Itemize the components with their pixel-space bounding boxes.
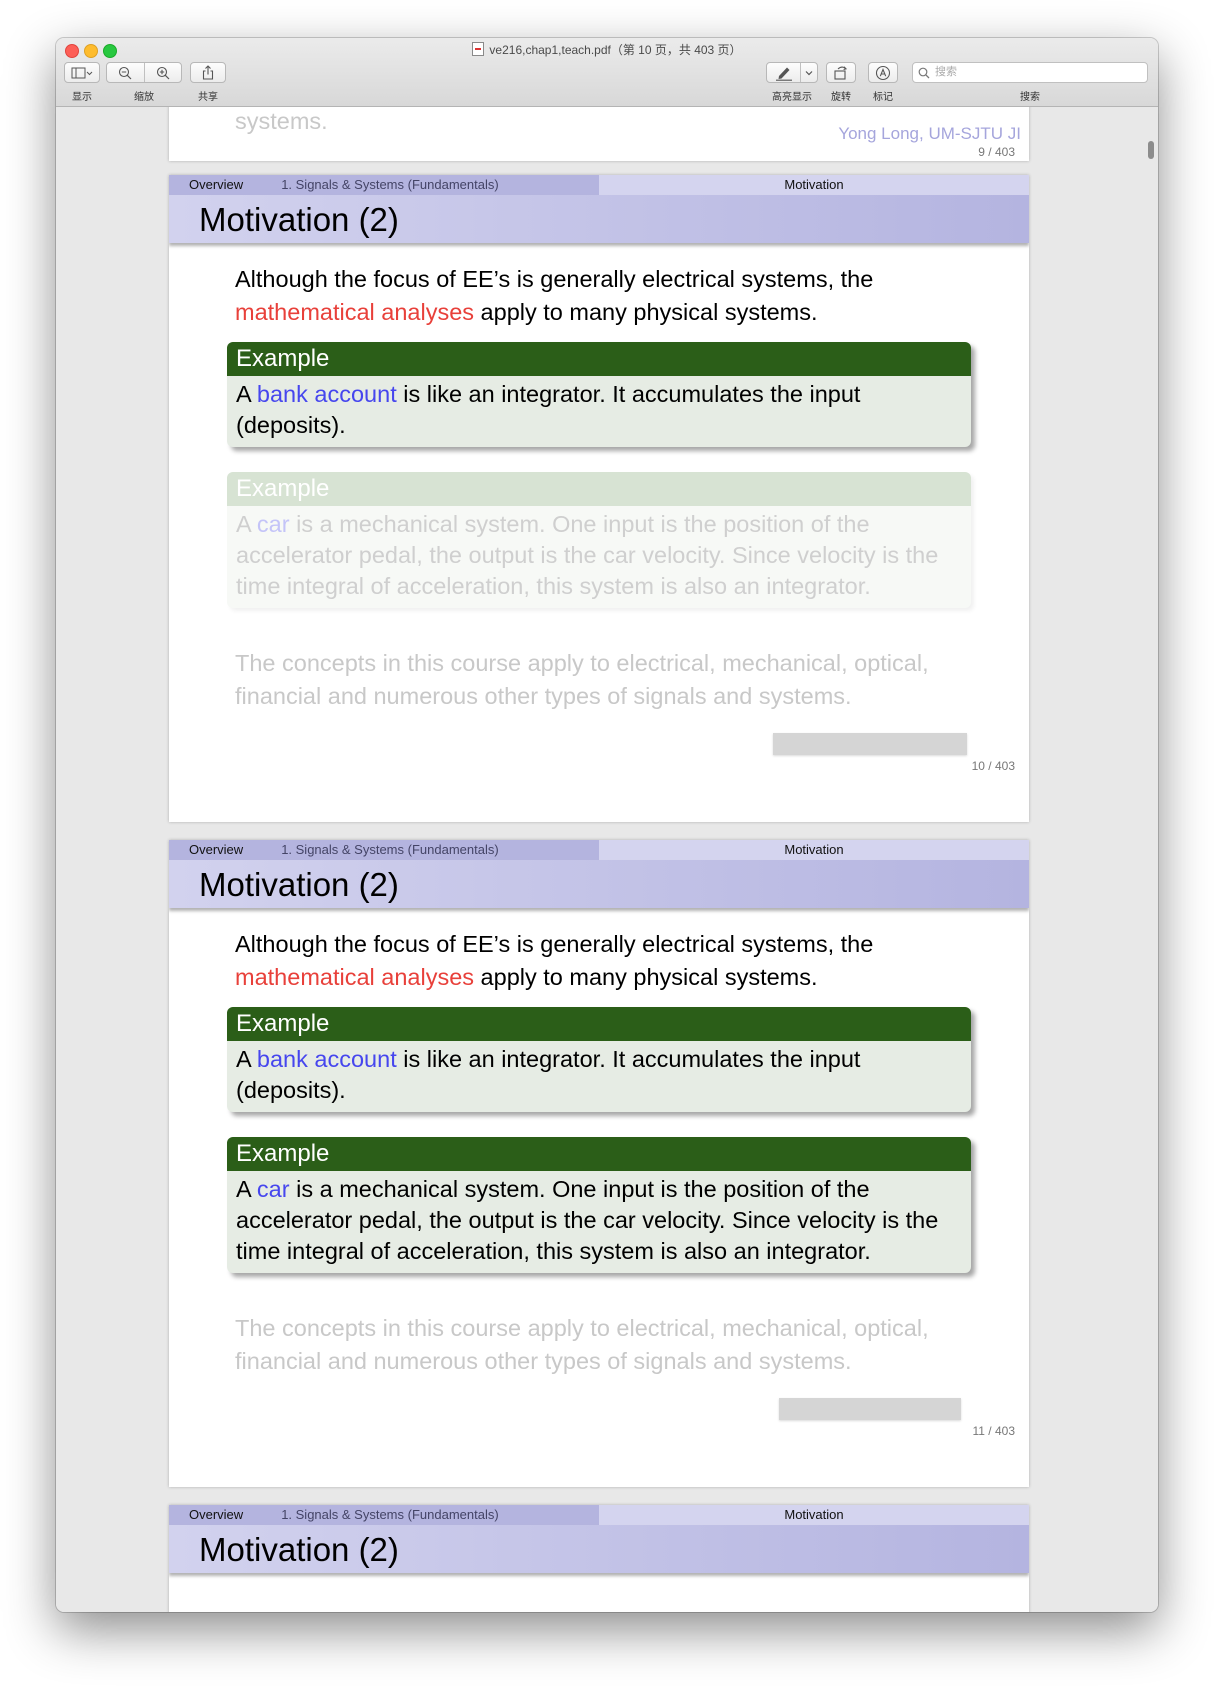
page10-number: 10 / 403 <box>971 759 1015 773</box>
sidebar-view-button[interactable] <box>64 62 100 83</box>
block-body: A bank account is like an integrator. It… <box>236 381 861 438</box>
alert-text: mathematical analyses <box>235 963 475 990</box>
frame-title: Motivation (2) <box>199 201 399 238</box>
document-view[interactable]: systems. Yong Long, UM-SJTU JI 9 / 403 O… <box>56 107 1158 1612</box>
example-block-car: Example A car is a mechanical system. On… <box>227 1137 971 1273</box>
closing-paragraph: The concepts in this course apply to ele… <box>235 1315 929 1374</box>
block-title: Example <box>227 472 971 506</box>
frame-title: Motivation (2) <box>199 866 399 903</box>
frame-title-bar: Motivation (2) <box>169 195 1029 243</box>
structure-text: bank account <box>256 1046 397 1072</box>
pen-icon <box>775 67 792 81</box>
nav-subsection[interactable]: Motivation <box>599 1505 1029 1525</box>
highlight-label: 高亮显示 <box>772 92 812 103</box>
share-icon <box>202 65 214 80</box>
highlight-button[interactable] <box>767 65 800 81</box>
block-title: Example <box>227 342 971 376</box>
zoom-out-icon <box>119 66 132 79</box>
search-icon <box>918 66 930 85</box>
frame-title-bar: Motivation (2) <box>169 860 1029 908</box>
nav-subsection[interactable]: Motivation <box>599 175 1029 195</box>
highlight-menu-button[interactable] <box>801 70 817 76</box>
sidebar-icon <box>71 67 93 78</box>
page11-number: 11 / 403 <box>972 1424 1015 1438</box>
share-button[interactable] <box>190 62 226 83</box>
block-body: A bank account is like an integrator. It… <box>236 1046 861 1103</box>
frame-title: Motivation (2) <box>199 1531 399 1568</box>
zoom-in-button[interactable] <box>145 66 182 80</box>
beamer-nav: Overview 1. Signals & Systems (Fundamenta… <box>169 175 1029 195</box>
scrollbar-thumb[interactable] <box>1148 141 1154 159</box>
nav-section[interactable]: 1. Signals & Systems (Fundamentals) <box>281 842 498 857</box>
page9-author: Yong Long, UM-SJTU JI <box>838 124 1021 143</box>
frame-title-bar: Motivation (2) <box>169 1525 1029 1573</box>
example-block-bank: Example A bank account is like an integr… <box>227 342 971 447</box>
markup-label: 标记 <box>873 92 893 103</box>
markup-icon <box>875 65 891 80</box>
block-title: Example <box>227 1137 971 1171</box>
search-label: 搜索 <box>1020 92 1040 103</box>
rotate-button[interactable] <box>826 62 856 83</box>
block-body: A car is a mechanical system. One input … <box>236 511 939 599</box>
toolbar: ve216,chap1,teach.pdf（第 10 页，共 403 页） 显示 <box>56 38 1158 107</box>
structure-text: bank account <box>256 381 397 407</box>
window-title: ve216,chap1,teach.pdf（第 10 页，共 403 页） <box>56 41 1158 58</box>
pdf-file-icon <box>472 42 485 56</box>
nav-subsection[interactable]: Motivation <box>599 840 1029 860</box>
search-placeholder: 搜索 <box>935 66 957 78</box>
footer-overlay <box>773 733 967 755</box>
search-input[interactable]: 搜索 <box>912 62 1148 83</box>
block-body: A car is a mechanical system. One input … <box>236 1176 939 1264</box>
nav-overview[interactable]: Overview <box>189 177 243 192</box>
intro-paragraph: Although the focus of EE’s is generally … <box>235 266 874 325</box>
display-label: 显示 <box>72 92 92 103</box>
page9-partial-text: systems. <box>235 108 328 134</box>
zoom-in-icon <box>156 66 170 79</box>
page9-number: 9 / 403 <box>978 145 1015 159</box>
pdf-page-11: Overview 1. Signals & Systems (Fundamenta… <box>169 840 1029 1487</box>
pdf-page-9: systems. Yong Long, UM-SJTU JI 9 / 403 <box>169 107 1029 161</box>
nav-section[interactable]: 1. Signals & Systems (Fundamentals) <box>281 1507 498 1522</box>
chevron-down-icon <box>805 70 813 75</box>
pdf-page-12: Overview 1. Signals & Systems (Fundamenta… <box>169 1505 1029 1612</box>
markup-button[interactable] <box>868 62 898 83</box>
beamer-nav: Overview 1. Signals & Systems (Fundamenta… <box>169 1505 1029 1525</box>
closing-paragraph: The concepts in this course apply to ele… <box>235 650 929 709</box>
structure-text: car <box>256 511 290 537</box>
pdf-page-10: Overview 1. Signals & Systems (Fundamenta… <box>169 175 1029 822</box>
share-label: 共享 <box>198 92 218 103</box>
nav-section[interactable]: 1. Signals & Systems (Fundamentals) <box>281 177 498 192</box>
rotate-icon <box>834 66 848 80</box>
footer-overlay <box>779 1398 961 1420</box>
nav-overview[interactable]: Overview <box>189 842 243 857</box>
example-block-bank: Example A bank account is like an integr… <box>227 1007 971 1112</box>
block-title: Example <box>227 1007 971 1041</box>
alert-text: mathematical analyses <box>235 298 475 325</box>
beamer-nav: Overview 1. Signals & Systems (Fundamenta… <box>169 840 1029 860</box>
zoom-label: 缩放 <box>134 92 154 103</box>
preview-window: ve216,chap1,teach.pdf（第 10 页，共 403 页） 显示 <box>56 38 1158 1612</box>
intro-paragraph: Although the focus of EE’s is generally … <box>235 931 874 990</box>
nav-overview[interactable]: Overview <box>189 1507 243 1522</box>
zoom-out-button[interactable] <box>107 66 144 80</box>
highlight-control <box>766 62 818 83</box>
structure-text: car <box>256 1176 290 1202</box>
example-block-car-faded: Example A car is a mechanical system. On… <box>227 472 971 608</box>
zoom-control <box>106 62 182 83</box>
rotate-label: 旋转 <box>831 92 851 103</box>
